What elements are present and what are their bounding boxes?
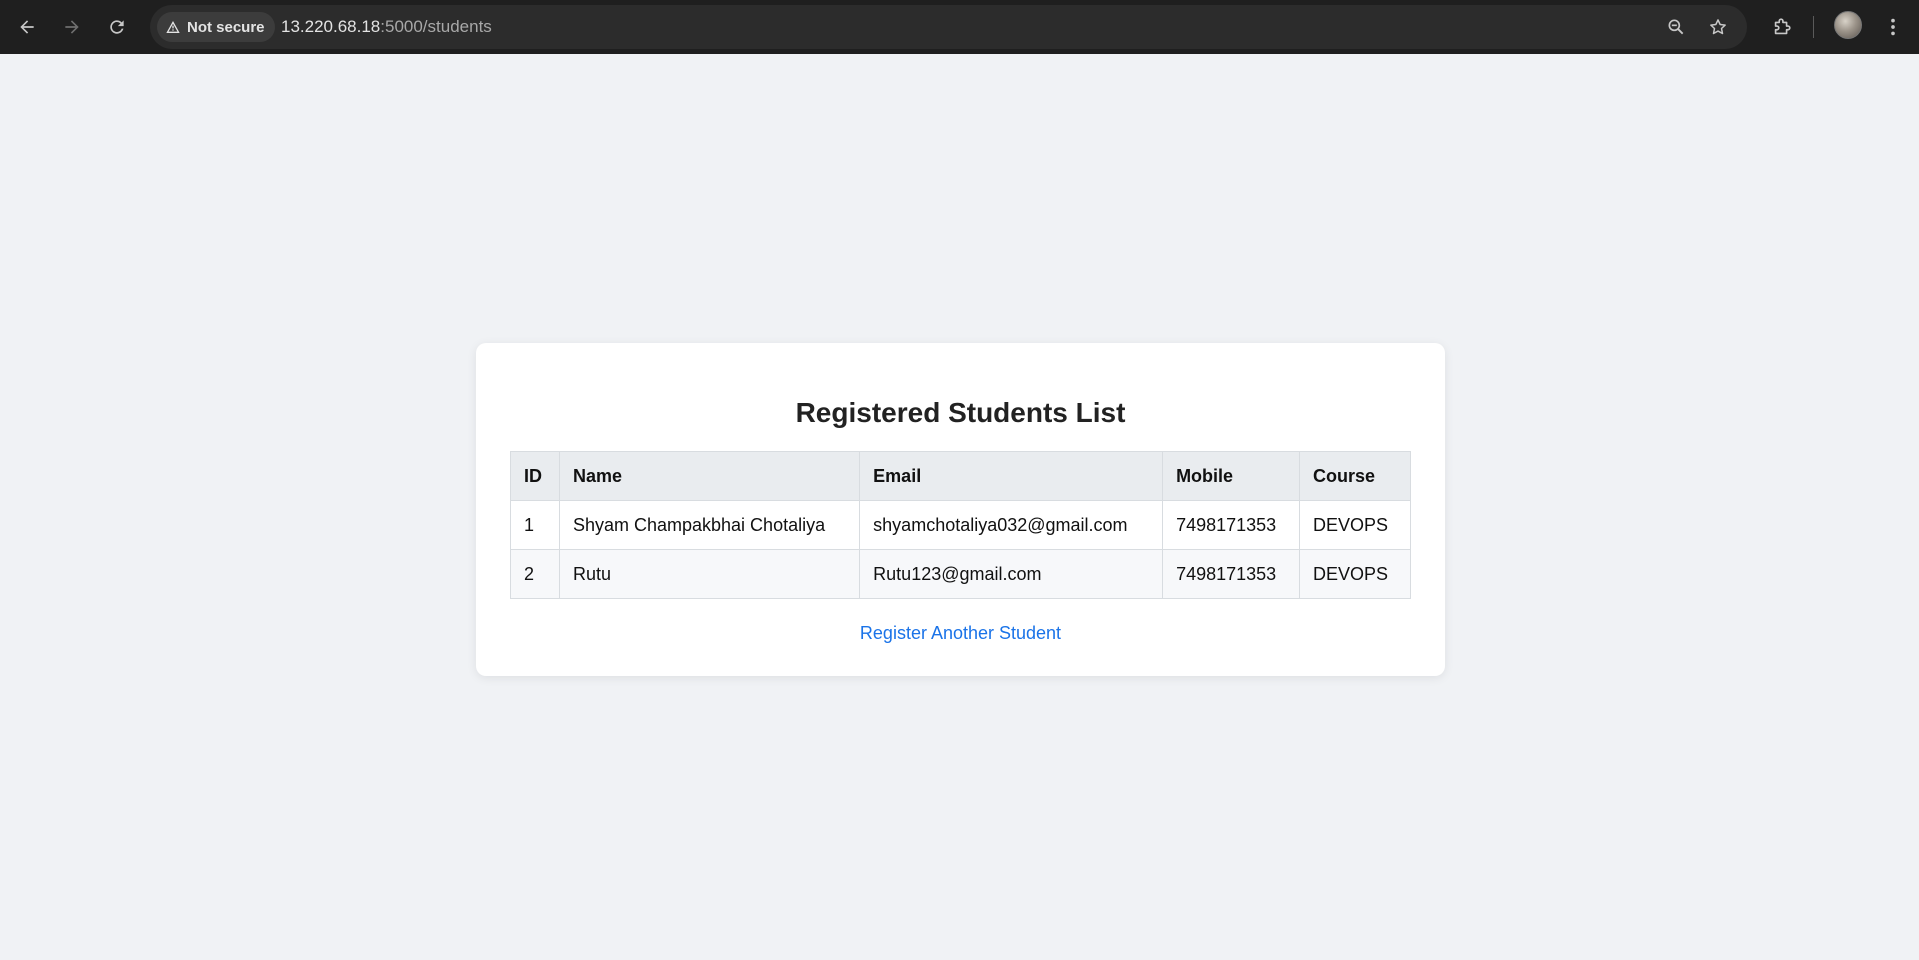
cell-email: shyamchotaliya032@gmail.com xyxy=(859,500,1164,550)
security-label: Not secure xyxy=(187,18,265,36)
back-icon xyxy=(20,20,34,34)
header-id: ID xyxy=(510,451,560,501)
header-mobile: Mobile xyxy=(1162,451,1300,501)
cell-mobile: 7498171353 xyxy=(1162,500,1300,550)
warning-icon xyxy=(166,21,180,33)
cell-id: 2 xyxy=(510,549,560,599)
page-title: Registered Students List xyxy=(795,397,1126,428)
menu-icon xyxy=(1891,18,1895,36)
url-host: 13.220.68.18 xyxy=(281,17,381,36)
zoom-button[interactable] xyxy=(1663,14,1689,40)
zoom-icon xyxy=(1668,19,1684,35)
back-button[interactable] xyxy=(9,9,45,45)
header-course: Course xyxy=(1299,451,1411,501)
cell-name: Rutu xyxy=(558,549,861,599)
extensions-icon xyxy=(1774,18,1791,35)
security-chip[interactable]: Not secure xyxy=(157,12,275,42)
table-row: 1 Shyam Champakbhai Chotaliya shyamchota… xyxy=(510,500,1411,550)
header-email: Email xyxy=(859,451,1164,501)
forward-icon xyxy=(65,20,79,34)
cell-id: 1 xyxy=(510,500,560,550)
extensions-button[interactable] xyxy=(1766,11,1798,43)
url-text[interactable]: 13.220.68.18:5000/students xyxy=(281,17,492,37)
toolbar-divider xyxy=(1813,16,1814,38)
register-link-container: Register Another Student xyxy=(476,623,1445,644)
address-bar[interactable]: Not secure 13.220.68.18:5000/students xyxy=(150,5,1747,49)
students-table: ID Name Email Mobile Course 1 Shyam Cham… xyxy=(510,451,1411,599)
cell-name: Shyam Champakbhai Chotaliya xyxy=(558,500,861,550)
menu-button[interactable] xyxy=(1877,11,1909,43)
profile-avatar[interactable] xyxy=(1834,11,1862,39)
browser-toolbar: Not secure 13.220.68.18:5000/students xyxy=(0,0,1919,54)
reload-icon xyxy=(110,20,124,34)
cell-email: Rutu123@gmail.com xyxy=(859,549,1164,599)
students-card: Registered Students List ID Name Email M… xyxy=(476,343,1445,676)
table-header-row: ID Name Email Mobile Course xyxy=(510,451,1411,501)
register-another-student-link[interactable]: Register Another Student xyxy=(860,623,1061,643)
table-row: 2 Rutu Rutu123@gmail.com 7498171353 DEVO… xyxy=(510,549,1411,599)
bookmark-button[interactable] xyxy=(1705,14,1731,40)
cell-course: DEVOPS xyxy=(1299,549,1411,599)
reload-button[interactable] xyxy=(99,9,135,45)
url-path: :5000/students xyxy=(380,17,492,36)
cell-course: DEVOPS xyxy=(1299,500,1411,550)
header-name: Name xyxy=(558,451,861,501)
forward-button[interactable] xyxy=(54,9,90,45)
star-icon xyxy=(1710,19,1726,35)
cell-mobile: 7498171353 xyxy=(1162,549,1300,599)
